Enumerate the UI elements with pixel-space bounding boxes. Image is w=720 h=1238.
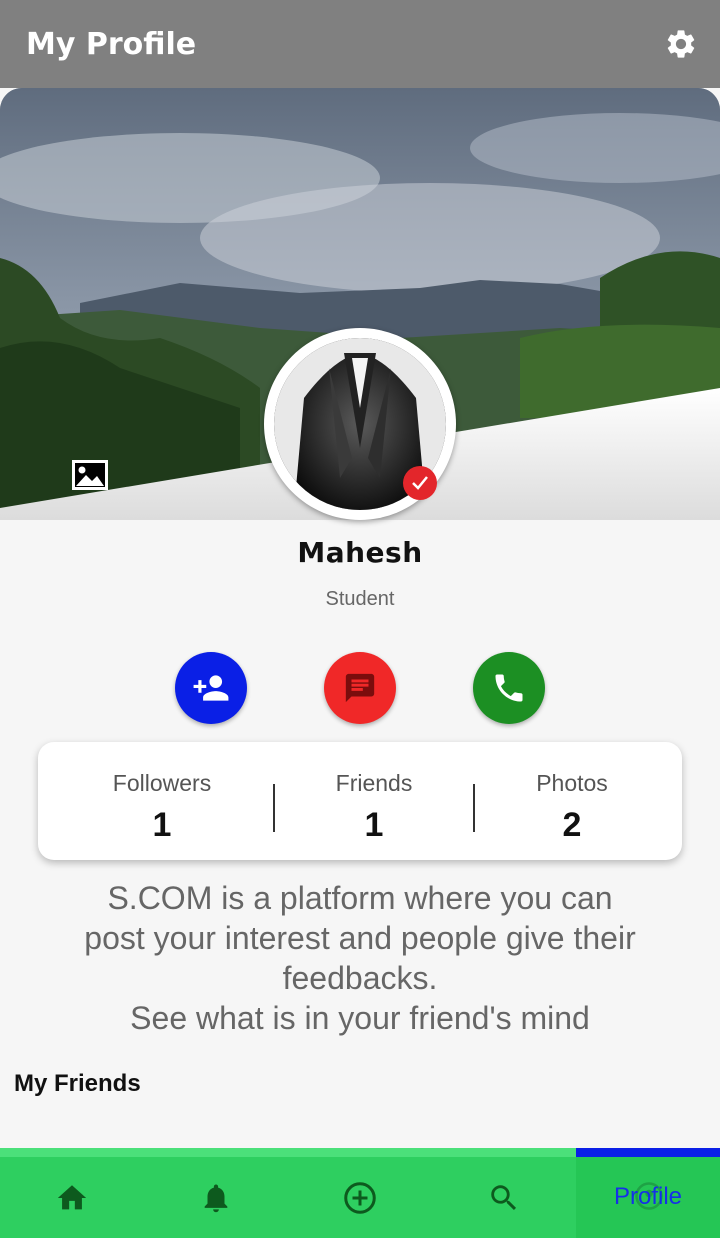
add-circle-icon <box>344 1181 376 1214</box>
nav-home[interactable] <box>0 1157 144 1238</box>
gear-icon <box>667 30 695 58</box>
person-add-icon <box>193 675 229 701</box>
description-line: See what is in your friend's mind <box>130 1000 590 1036</box>
profile-name: Mahesh <box>297 536 423 569</box>
followers-count: 1 <box>152 806 172 844</box>
profile-role: Student <box>325 588 395 610</box>
friends-label: Friends <box>335 770 413 796</box>
verified-badge <box>403 466 437 500</box>
my-friends-heading: My Friends <box>14 1070 141 1097</box>
nav-notifications[interactable] <box>144 1157 288 1238</box>
message-icon <box>345 673 375 703</box>
check-icon <box>412 476 428 490</box>
message-button[interactable] <box>324 652 396 724</box>
followers-stat[interactable]: Followers 1 <box>62 742 262 860</box>
call-button[interactable] <box>473 652 545 724</box>
nav-profile-label: Profile <box>613 1183 683 1210</box>
phone-icon <box>495 674 523 702</box>
settings-button[interactable] <box>664 27 698 61</box>
friends-count: 1 <box>364 806 384 844</box>
description-line: post your interest and people give their <box>84 920 636 956</box>
app-bar: My Profile <box>0 0 720 88</box>
avatar[interactable] <box>264 328 456 520</box>
nav-active-indicator <box>576 1148 720 1157</box>
image-icon <box>72 460 108 490</box>
nav-add-post[interactable] <box>288 1157 432 1238</box>
change-cover-button[interactable] <box>72 460 108 490</box>
photos-count: 2 <box>562 806 582 844</box>
profile-description: S.COM is a platform where you can post y… <box>30 878 690 1038</box>
photos-label: Photos <box>536 770 608 796</box>
nav-search[interactable] <box>432 1157 576 1238</box>
nav-profile[interactable]: Profile <box>576 1157 720 1238</box>
search-icon <box>491 1184 517 1210</box>
bottom-navigation: Profile <box>0 1148 720 1238</box>
description-line: feedbacks. <box>282 960 438 996</box>
friends-stat[interactable]: Friends 1 <box>274 742 474 860</box>
photos-stat[interactable]: Photos 2 <box>472 742 672 860</box>
followers-label: Followers <box>112 770 212 796</box>
stats-card: Followers 1 Friends 1 Photos 2 <box>38 742 682 860</box>
page-title: My Profile <box>26 26 197 62</box>
home-icon <box>57 1184 87 1209</box>
bell-icon <box>204 1184 228 1212</box>
description-line: S.COM is a platform where you can <box>107 880 613 916</box>
add-friend-button[interactable] <box>175 652 247 724</box>
